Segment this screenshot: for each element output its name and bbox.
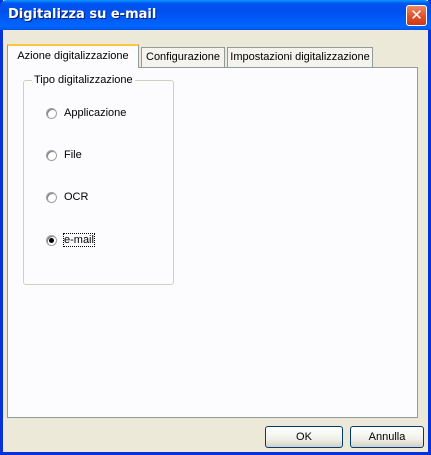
groupbox-label: Tipo digitalizzazione [32, 74, 135, 86]
radio-label-file[interactable]: File [64, 149, 82, 161]
ok-button[interactable]: OK [265, 426, 343, 448]
tab-impostazioni-digitalizzazione[interactable]: Impostazioni digitalizzazione [227, 47, 373, 67]
radio-file[interactable]: File [46, 147, 82, 163]
title-bar[interactable]: Digitalizza su e-mail ✕ [0, 0, 431, 30]
radio-dot-icon [49, 237, 54, 243]
radio-button-icon-selected[interactable] [46, 234, 57, 246]
radio-button-icon[interactable] [46, 191, 57, 203]
radio-ocr[interactable]: OCR [46, 189, 88, 205]
radio-applicazione[interactable]: Applicazione [46, 105, 126, 121]
tab-configurazione[interactable]: Configurazione [141, 47, 225, 67]
radio-email[interactable]: e-mail [46, 232, 95, 248]
close-button[interactable]: ✕ [406, 5, 427, 26]
radio-label-email[interactable]: e-mail [63, 233, 95, 247]
window-title: Digitalizza su e-mail [8, 7, 157, 22]
radio-button-icon[interactable] [46, 149, 57, 161]
radio-label-applicazione[interactable]: Applicazione [64, 107, 126, 119]
close-icon: ✕ [410, 6, 423, 24]
radio-label-ocr[interactable]: OCR [64, 191, 88, 203]
tab-azione-digitalizzazione[interactable]: Azione digitalizzazione [7, 44, 139, 68]
cancel-button[interactable]: Annulla [350, 426, 424, 448]
radio-button-icon[interactable] [46, 107, 57, 119]
